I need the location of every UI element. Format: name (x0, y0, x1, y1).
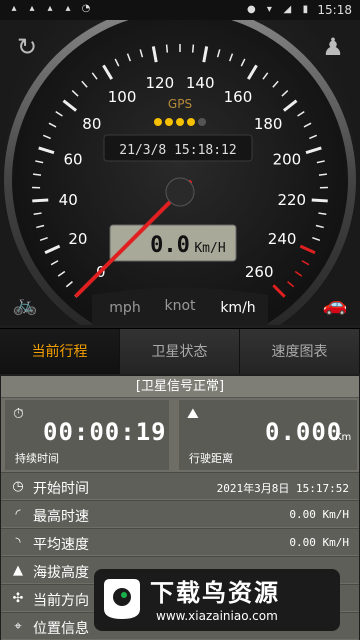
location-icon: ● (247, 4, 256, 15)
reset-button[interactable]: ↻ (10, 30, 44, 64)
gauge-tick-label: 20 (68, 230, 87, 248)
distance-unit: Km (335, 432, 352, 443)
watermark-banner: 下载鸟资源 www.xiazainiao.com (94, 569, 340, 631)
gps-dot (187, 118, 195, 126)
row-label: 开始时间 (33, 481, 89, 497)
distance-value: 0.000 (265, 418, 343, 446)
gauge-tick-label: 60 (64, 151, 83, 169)
gauge-tick (32, 173, 42, 176)
distance-box: ⛰ 0.000 Km 行驶距离 (179, 400, 357, 470)
info-row-start-time: ◷ 开始时间 2021年3月8日 15:17:52 (1, 472, 359, 499)
clock-icon: ◷ (12, 479, 24, 494)
bicycle-mode-button[interactable]: 🚲 (8, 287, 42, 321)
nfc-icon: ◔ (81, 3, 91, 14)
row-label: 最高时速 (33, 509, 89, 525)
speed-display-unit: Km/H (194, 241, 225, 256)
distance-label: 行驶距离 (189, 452, 233, 465)
duration-value: 00:00:19 (43, 418, 167, 446)
notification-icon: ▴ (47, 3, 53, 14)
speedometer-gauge: 020406080100120140160180200220240260 GPS… (4, 20, 356, 325)
gauge-tick (311, 198, 328, 203)
gps-label: GPS (168, 97, 192, 111)
app-root: ▴ ▴ ▴ ▴ ◔ ● ▾ ◢ ▮ 15:18 20 40 60 80 100 … (0, 0, 360, 640)
speed-display-value: 0.0 (150, 233, 190, 258)
mountain-icon: ▲ (13, 563, 23, 578)
gauge-tick-label: 80 (82, 115, 101, 133)
row-label: 当前方向 (33, 593, 89, 609)
gauge-tick-label: 40 (59, 191, 78, 209)
bird-logo-icon (104, 579, 140, 619)
joystick-icon[interactable]: ♟ (316, 30, 350, 64)
car-mode-button[interactable]: 🚗 (318, 287, 352, 321)
gps-dot (154, 118, 162, 126)
needle-hub (165, 177, 195, 207)
gauge-tick-label: 200 (273, 151, 302, 169)
gauge-tick (318, 173, 328, 176)
watermark-title: 下载鸟资源 (150, 579, 280, 607)
gauge-tick (165, 44, 169, 53)
duration-box: ⏱ 00:00:19 持续时间 (5, 400, 169, 470)
datetime-text: 21/3/8 15:18:12 (119, 143, 236, 158)
location-icon: ⌖ (14, 619, 22, 634)
gauge-tick-label: 120 (145, 74, 174, 92)
gauge-tick-label: 160 (224, 88, 253, 106)
signal-icon: ◢ (283, 4, 292, 15)
timer-icon: ⏱ (13, 406, 24, 422)
battery-icon: ▮ (302, 4, 309, 15)
tab-satellite-status[interactable]: 卫星状态 (120, 329, 240, 374)
gauge-tick-label: 240 (268, 230, 297, 248)
gauge-face (12, 20, 348, 325)
gauge-tick (191, 44, 195, 53)
gauge-tick (32, 198, 49, 203)
notification-icon: ▴ (11, 3, 17, 14)
gps-dot (176, 118, 184, 126)
gauge-tick-label: 260 (245, 263, 274, 281)
notification-icon: ▴ (29, 3, 35, 14)
row-value: 0.00 Km/H (289, 536, 349, 549)
unit-mph-button[interactable]: mph (100, 293, 150, 323)
duration-label: 持续时间 (15, 452, 59, 465)
info-row-max-speed: ◜ 最高时速 0.00 Km/H (1, 500, 359, 527)
watermark-url: www.xiazainiao.com (156, 609, 278, 623)
row-label: 平均速度 (33, 537, 89, 553)
row-value: 0.00 Km/H (289, 508, 349, 521)
signal-status: [卫星信号正常] (1, 376, 359, 398)
main-tabs: 当前行程 卫星状态 速度图表 (0, 328, 360, 374)
notification-icon: ▴ (65, 3, 71, 14)
gauge-tick-label: 100 (108, 88, 137, 106)
gauge-tick-label: 220 (277, 191, 306, 209)
wifi-icon: ▾ (266, 4, 272, 15)
info-row-avg-speed: ◝ 平均速度 0.00 Km/H (1, 528, 359, 555)
gauge-tick-label: 180 (254, 115, 283, 133)
tab-current-trip[interactable]: 当前行程 (0, 329, 120, 374)
road-icon: ⛰ (187, 406, 199, 422)
row-value: 2021年3月8日 15:17:52 (216, 482, 349, 495)
tab-speed-chart[interactable]: 速度图表 (240, 329, 360, 374)
gauge-tick-label: 140 (186, 74, 215, 92)
gps-dot (165, 118, 173, 126)
gps-dot (198, 118, 206, 126)
status-bar: ▴ ▴ ▴ ▴ ◔ ● ▾ ◢ ▮ 15:18 (0, 0, 360, 20)
speedometer-area: 020406080100120140160180200220240260 GPS… (0, 20, 360, 325)
compass-icon: ✣ (12, 591, 24, 606)
unit-knot-button[interactable]: knot (154, 291, 206, 321)
status-time: 15:18 (317, 3, 352, 17)
speed-icon: ◜ (15, 507, 21, 522)
row-label: 位置信息 (33, 621, 89, 637)
unit-kmh-button[interactable]: km/h (210, 293, 266, 323)
row-label: 海拔高度 (33, 565, 89, 581)
average-speed-icon: ◝ (15, 535, 21, 550)
